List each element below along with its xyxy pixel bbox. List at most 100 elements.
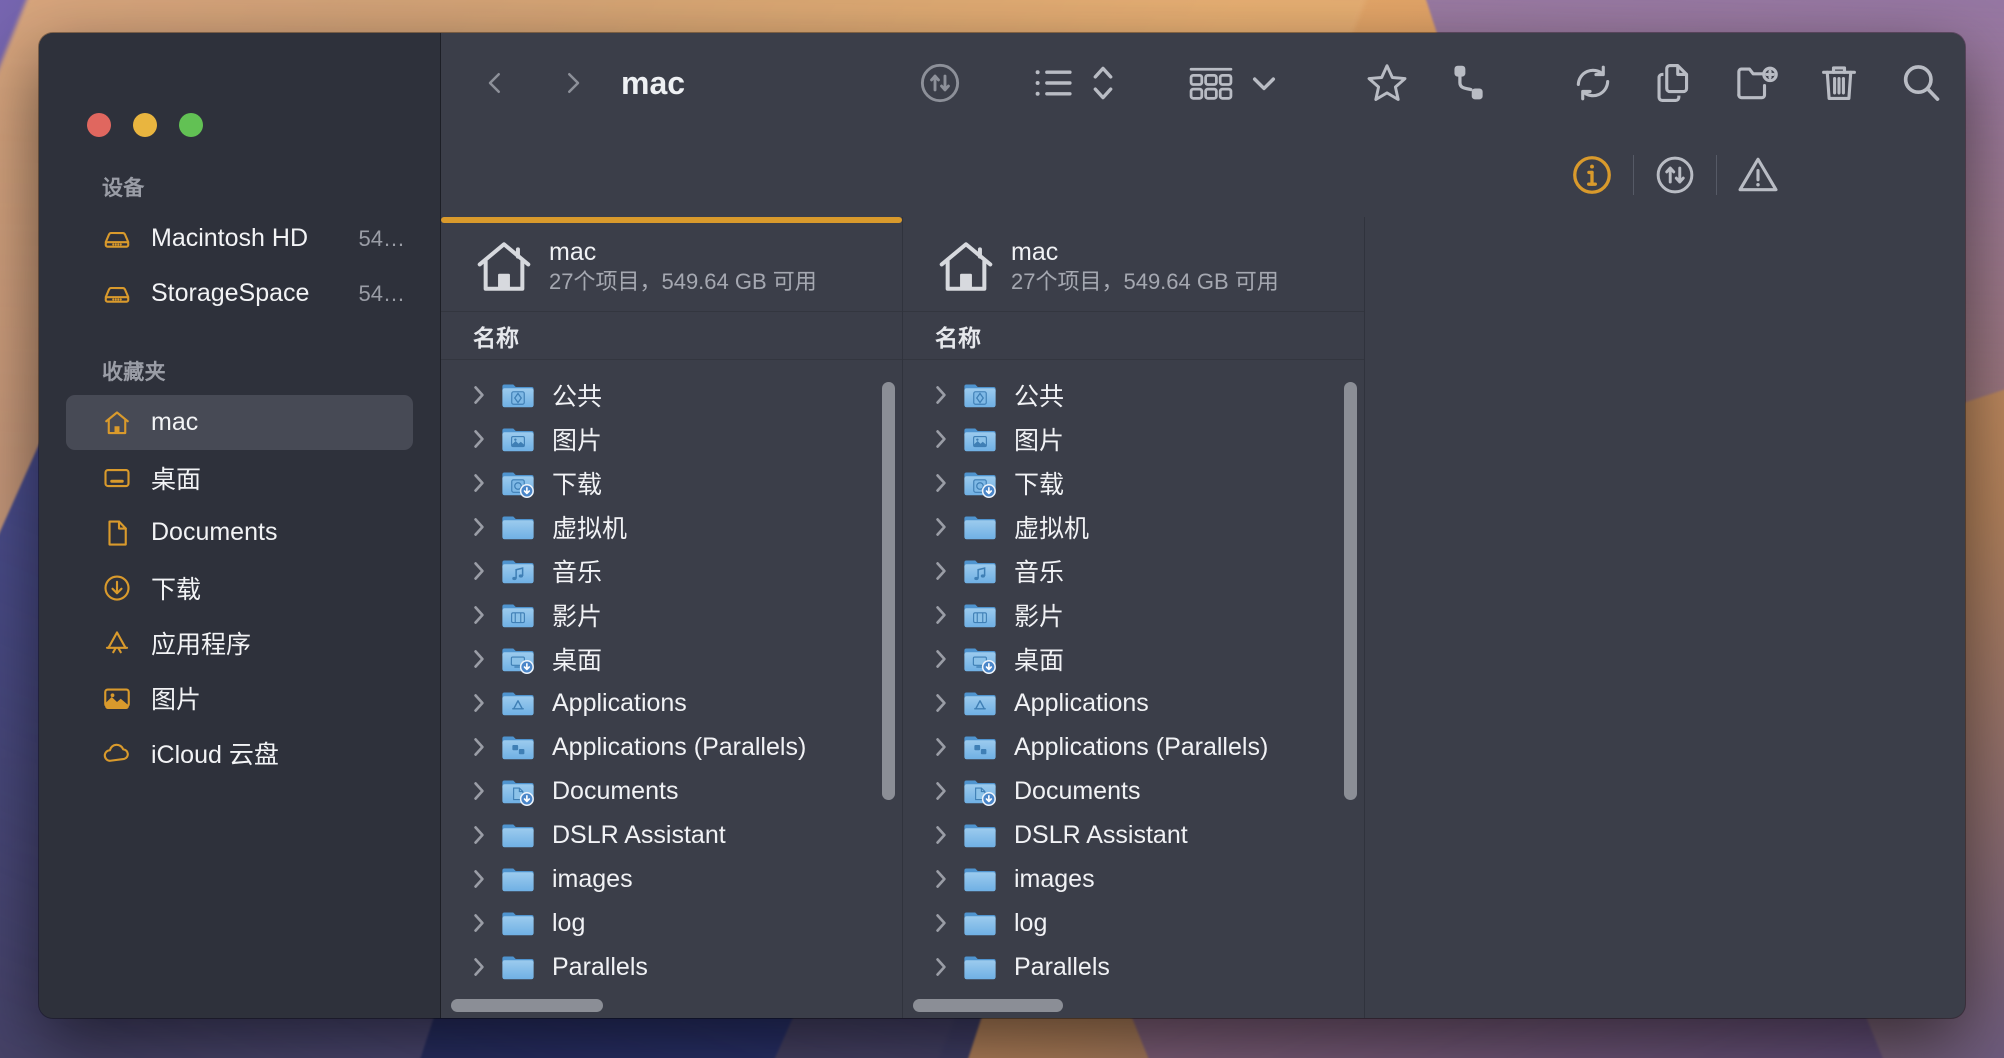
chevron-right-icon[interactable] <box>928 516 954 538</box>
file-row[interactable]: 影片 <box>441 593 902 637</box>
file-row-label: 图片 <box>1014 421 1064 457</box>
chevron-right-icon[interactable] <box>928 604 954 626</box>
sidebar-item-图片[interactable]: 图片 <box>66 670 413 725</box>
chevron-right-icon[interactable] <box>466 428 492 450</box>
file-row[interactable]: 虚拟机 <box>441 505 902 549</box>
folder-plus-icon[interactable] <box>1727 53 1787 113</box>
chevron-right-icon[interactable] <box>466 692 492 714</box>
chevron-right-icon[interactable] <box>928 648 954 670</box>
sidebar-item-icloud-云盘[interactable]: iCloud 云盘 <box>66 725 413 780</box>
file-row[interactable]: DSLR Assistant <box>441 813 902 857</box>
file-row[interactable]: 桌面 <box>903 637 1364 681</box>
sidebar-item-mac[interactable]: mac <box>66 395 413 450</box>
file-row[interactable]: Applications <box>441 681 902 725</box>
file-row[interactable]: 公共 <box>441 373 902 417</box>
copy-files-icon[interactable] <box>1645 53 1705 113</box>
close-button[interactable] <box>87 113 111 137</box>
chevron-right-icon[interactable] <box>466 516 492 538</box>
sidebar-item-桌面[interactable]: 桌面 <box>66 450 413 505</box>
minimize-button[interactable] <box>133 113 157 137</box>
file-row[interactable]: DSLR Assistant <box>903 813 1364 857</box>
file-row[interactable]: log <box>441 901 902 945</box>
chevron-right-icon[interactable] <box>466 560 492 582</box>
chevron-right-icon[interactable] <box>928 428 954 450</box>
chevron-right-icon[interactable] <box>928 956 954 978</box>
horizontal-scrollbar-thumb[interactable] <box>913 999 1063 1012</box>
sidebar-item-下载[interactable]: 下载 <box>66 560 413 615</box>
sidebar-item-应用程序[interactable]: 应用程序 <box>66 615 413 670</box>
file-row[interactable]: Documents <box>441 769 902 813</box>
file-row[interactable]: Parallels <box>441 945 902 989</box>
maximize-button[interactable] <box>179 113 203 137</box>
warning-triangle-icon[interactable] <box>1717 133 1799 217</box>
desktop-icon <box>102 463 132 493</box>
link-nodes-icon[interactable] <box>1439 53 1499 113</box>
chevron-right-icon[interactable] <box>466 604 492 626</box>
chevron-right-icon[interactable] <box>928 868 954 890</box>
file-pane-2[interactable]: mac 27个项目，549.64 GB 可用 名称 公共 <box>903 217 1365 1018</box>
file-list[interactable]: 公共 图片 下载 <box>441 360 902 1018</box>
chevron-right-icon[interactable] <box>928 384 954 406</box>
chevron-right-icon[interactable] <box>466 912 492 934</box>
file-pane-1[interactable]: mac 27个项目，549.64 GB 可用 名称 公共 <box>441 217 903 1018</box>
file-row[interactable]: Parallels <box>903 945 1364 989</box>
file-row[interactable]: 下载 <box>441 461 902 505</box>
chevron-right-icon[interactable] <box>928 912 954 934</box>
sort-arrows-circle-icon[interactable] <box>907 50 973 116</box>
list-view-icon[interactable] <box>1025 55 1081 111</box>
vertical-scrollbar[interactable] <box>882 382 895 800</box>
file-row[interactable]: 公共 <box>903 373 1364 417</box>
chevron-right-icon[interactable] <box>928 692 954 714</box>
info-circle-icon[interactable] <box>1551 133 1633 217</box>
chevron-right-icon[interactable] <box>466 384 492 406</box>
sidebar-item-documents[interactable]: Documents <box>66 505 413 560</box>
file-list[interactable]: 公共 图片 下载 <box>903 360 1364 1018</box>
forward-button[interactable] <box>545 55 601 111</box>
chevron-right-icon[interactable] <box>928 472 954 494</box>
chevron-right-icon[interactable] <box>466 824 492 846</box>
file-row[interactable]: Applications (Parallels) <box>903 725 1364 769</box>
horizontal-scrollbar-track[interactable] <box>441 993 902 1018</box>
sidebar-item-storagespace[interactable]: StorageSpace54… <box>66 266 413 321</box>
file-row[interactable]: log <box>903 901 1364 945</box>
back-button[interactable] <box>467 55 523 111</box>
file-row[interactable]: images <box>903 857 1364 901</box>
file-row[interactable]: images <box>441 857 902 901</box>
file-row[interactable]: 影片 <box>903 593 1364 637</box>
star-icon[interactable] <box>1357 53 1417 113</box>
file-row[interactable]: 虚拟机 <box>903 505 1364 549</box>
chevron-down-icon[interactable] <box>1241 55 1287 111</box>
chevron-right-icon[interactable] <box>928 736 954 758</box>
chevron-right-icon[interactable] <box>466 736 492 758</box>
file-row[interactable]: 图片 <box>441 417 902 461</box>
trash-icon[interactable] <box>1809 53 1869 113</box>
folder-desktop-icon <box>500 644 536 674</box>
file-row[interactable]: 音乐 <box>441 549 902 593</box>
chevron-right-icon[interactable] <box>466 472 492 494</box>
file-row[interactable]: Documents <box>903 769 1364 813</box>
horizontal-scrollbar-track[interactable] <box>903 993 1364 1018</box>
file-row[interactable]: 下载 <box>903 461 1364 505</box>
chevron-right-icon[interactable] <box>928 824 954 846</box>
file-row[interactable]: 图片 <box>903 417 1364 461</box>
chevron-right-icon[interactable] <box>466 956 492 978</box>
chevron-right-icon[interactable] <box>466 648 492 670</box>
chevron-right-icon[interactable] <box>466 868 492 890</box>
transfers-sort-arrows-circle-icon[interactable] <box>1634 133 1716 217</box>
sidebar-item-macintosh-hd[interactable]: Macintosh HD54… <box>66 211 413 266</box>
chevron-updown-icon[interactable] <box>1081 55 1125 111</box>
file-row[interactable]: Applications <box>903 681 1364 725</box>
file-row[interactable]: Applications (Parallels) <box>441 725 902 769</box>
chevron-right-icon[interactable] <box>466 780 492 802</box>
search-icon[interactable] <box>1891 53 1951 113</box>
file-row[interactable]: 音乐 <box>903 549 1364 593</box>
vertical-scrollbar[interactable] <box>1344 382 1357 800</box>
chevron-right-icon[interactable] <box>928 780 954 802</box>
grid-view-icon[interactable] <box>1181 55 1241 111</box>
horizontal-scrollbar-thumb[interactable] <box>451 999 603 1012</box>
column-header-name[interactable]: 名称 <box>903 311 1364 360</box>
column-header-name[interactable]: 名称 <box>441 311 902 360</box>
sync-refresh-icon[interactable] <box>1563 53 1623 113</box>
file-row[interactable]: 桌面 <box>441 637 902 681</box>
chevron-right-icon[interactable] <box>928 560 954 582</box>
